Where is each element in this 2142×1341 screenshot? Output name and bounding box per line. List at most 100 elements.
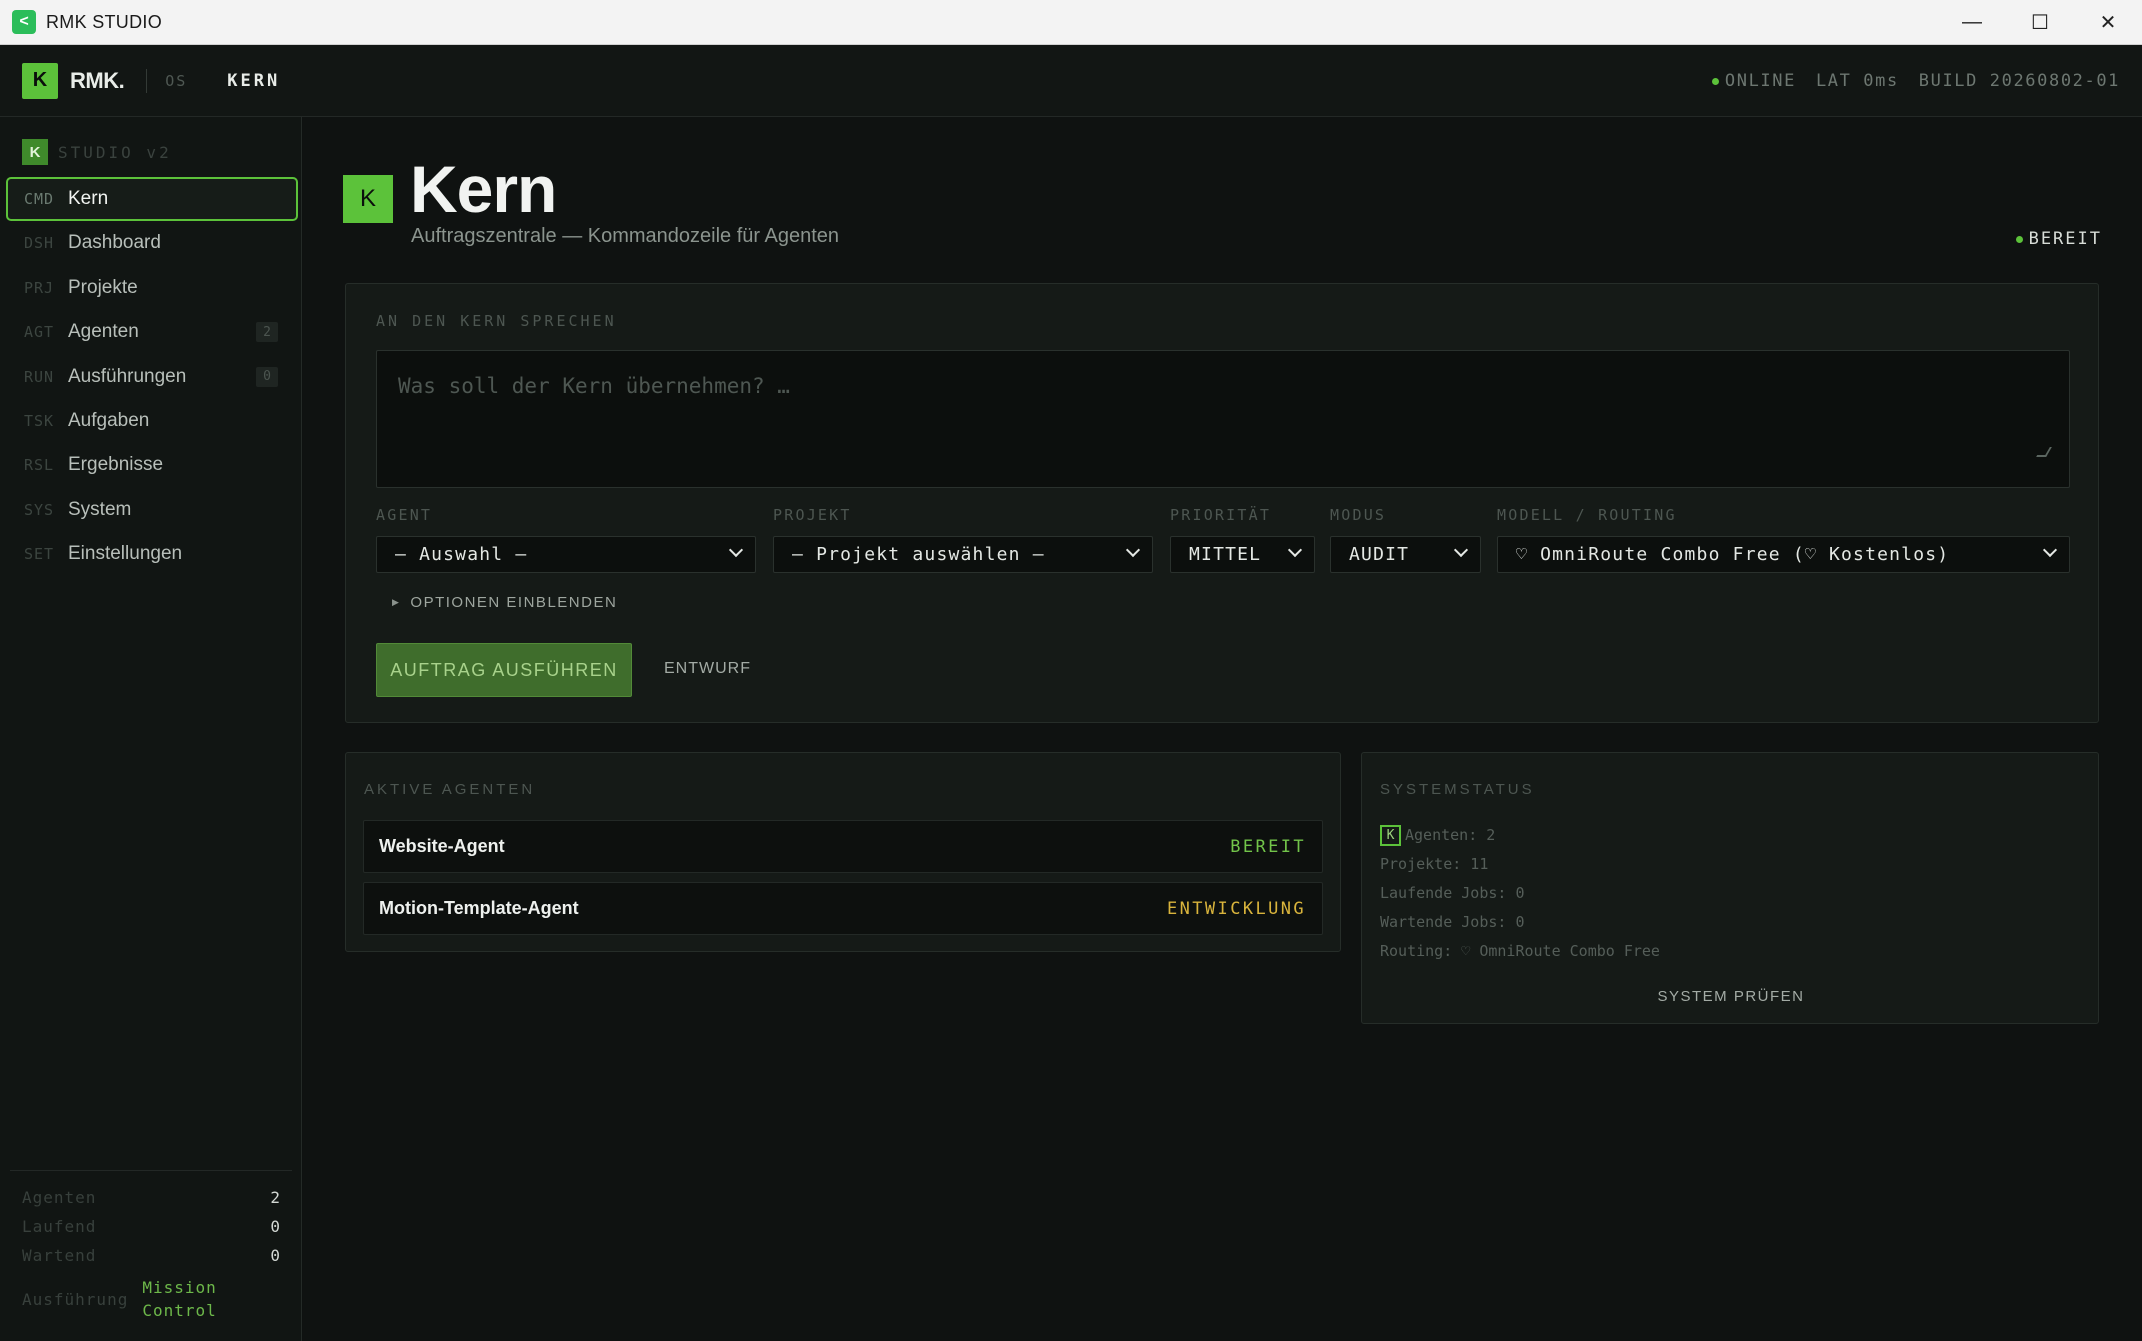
- nav-label: Ergebnisse: [68, 454, 164, 476]
- exec-value-line-2: Control: [142, 1301, 217, 1320]
- nav-code: RSL: [24, 456, 55, 475]
- nav-code: SET: [24, 545, 55, 564]
- mode-select[interactable]: AUDIT: [1330, 536, 1481, 573]
- status-running: Laufende Jobs: 0: [1380, 884, 1525, 902]
- sidebar-item-ergebnisse[interactable]: RSL Ergebnisse: [6, 443, 298, 487]
- kern-icon: K: [343, 175, 393, 223]
- brand-icon: K: [22, 139, 48, 165]
- options-toggle-label: OPTIONEN EINBLENDEN: [410, 594, 618, 611]
- system-status-panel: SYSTEMSTATUS K Agenten: 2 Projekte: 11 La…: [1361, 752, 2099, 1024]
- window-controls: — ☐ ✕: [1938, 0, 2142, 45]
- priority-select[interactable]: MITTEL: [1170, 536, 1315, 573]
- agent-select[interactable]: — Auswahl —: [376, 536, 756, 573]
- logo-text: RMK.: [70, 67, 125, 93]
- nav-code: DSH: [24, 234, 55, 253]
- agent-status: BEREIT: [1230, 836, 1306, 857]
- sidebar-item-agenten[interactable]: AGT Agenten 2: [6, 310, 298, 354]
- status-bar: ONLINE LAT 0ms BUILD 20260802-01: [1711, 45, 2120, 117]
- latency-label: LAT 0ms: [1815, 71, 1899, 91]
- header-divider: [146, 68, 148, 93]
- project-label: PROJEKT: [773, 506, 852, 524]
- maximize-button[interactable]: ☐: [2006, 0, 2074, 45]
- options-toggle[interactable]: ▶ OPTIONEN EINBLENDEN: [392, 594, 617, 611]
- stat-label: Agenten: [22, 1188, 97, 1207]
- agent-name: Motion-Template-Agent: [379, 898, 579, 918]
- sidebar-item-einstellungen[interactable]: SET Einstellungen: [6, 532, 298, 576]
- stat-value: 0: [270, 1217, 280, 1236]
- sidebar-item-system[interactable]: SYS System: [6, 488, 298, 532]
- nav-label: Kern: [68, 188, 109, 209]
- stat-label: Wartend: [22, 1246, 97, 1265]
- mode-select-value: AUDIT: [1349, 544, 1410, 565]
- build-label: BUILD 20260802-01: [1918, 71, 2120, 91]
- logo-icon[interactable]: K: [22, 62, 58, 99]
- resize-handle-icon[interactable]: [2036, 447, 2052, 457]
- agent-name: Website-Agent: [379, 836, 505, 856]
- priority-select-value: MITTEL: [1189, 544, 1262, 565]
- kern-small-icon: K: [1380, 825, 1401, 846]
- brand-label: STUDIO v2: [58, 142, 172, 162]
- status-label: BEREIT: [2028, 229, 2102, 249]
- main-content: K Kern Auftragszentrale — Kommandozeile …: [303, 117, 2142, 1341]
- chevron-down-icon: [728, 542, 744, 558]
- system-status-label: SYSTEMSTATUS: [1380, 781, 1535, 798]
- status-projects: Projekte: 11: [1380, 855, 1489, 873]
- draft-button[interactable]: ENTWURF: [664, 660, 751, 678]
- stat-label: Laufend: [22, 1217, 97, 1236]
- sidebar-item-projekte[interactable]: PRJ Projekte: [6, 266, 298, 310]
- caret-right-icon: ▶: [392, 597, 401, 607]
- count-badge: 0: [256, 366, 278, 387]
- window-titlebar: < RMK STUDIO — ☐ ✕: [0, 0, 2142, 45]
- page-subtitle: Auftragszentrale — Kommandozeile für Age…: [411, 225, 840, 247]
- page-title: Kern: [410, 152, 557, 226]
- minimize-button[interactable]: —: [1938, 0, 2006, 45]
- nav-label: Dashboard: [68, 232, 161, 254]
- online-dot-icon: [1711, 77, 1719, 85]
- command-input[interactable]: Was soll der Kern übernehmen? …: [376, 350, 2070, 488]
- online-indicator: ONLINE: [1711, 71, 1796, 91]
- sidebar-item-kern[interactable]: CMD Kern: [6, 177, 298, 221]
- status-agents: Agenten: 2: [1405, 826, 1496, 844]
- nav-code: SYS: [24, 500, 55, 519]
- model-label: MODELL / ROUTING: [1497, 506, 1677, 524]
- run-task-button[interactable]: AUFTRAG AUSFÜHREN: [376, 643, 632, 697]
- close-button[interactable]: ✕: [2074, 0, 2142, 45]
- model-select[interactable]: ♡ OmniRoute Combo Free (♡ Kostenlos): [1497, 536, 2070, 573]
- status-badge: BEREIT: [2015, 229, 2102, 249]
- nav-code: PRJ: [24, 278, 55, 297]
- mode-label: MODUS: [1330, 506, 1387, 524]
- nav-code: RUN: [24, 367, 55, 386]
- nav-label: Agenten: [68, 321, 139, 343]
- stat-agents: Agenten 2: [10, 1183, 292, 1212]
- sidebar-nav: CMD Kern DSH Dashboard PRJ Projekte AGT …: [6, 177, 298, 577]
- command-placeholder: Was soll der Kern übernehmen? …: [398, 374, 790, 398]
- command-label: AN DEN KERN SPRECHEN: [376, 312, 617, 330]
- sidebar-item-ausfuehrungen[interactable]: RUN Ausführungen 0: [6, 355, 298, 399]
- stat-value: 0: [270, 1246, 280, 1265]
- active-agents-panel: AKTIVE AGENTEN Website-Agent BEREIT Moti…: [345, 752, 1341, 952]
- sidebar-brand: K STUDIO v2: [22, 139, 172, 165]
- system-check-button[interactable]: SYSTEM PRÜFEN: [1362, 988, 2100, 1005]
- nav-code: AGT: [24, 323, 55, 342]
- stat-execution: Ausführung Mission Control: [10, 1276, 292, 1322]
- stat-waiting: Wartend 0: [10, 1241, 292, 1270]
- nav-label: Aufgaben: [68, 409, 150, 431]
- model-select-value: ♡ OmniRoute Combo Free (♡ Kostenlos): [1516, 544, 1950, 565]
- sidebar-item-dashboard[interactable]: DSH Dashboard: [6, 221, 298, 265]
- agent-row[interactable]: Motion-Template-Agent ENTWICKLUNG: [363, 882, 1323, 935]
- exec-value-line-1: Mission: [142, 1278, 217, 1297]
- agent-row[interactable]: Website-Agent BEREIT: [363, 820, 1323, 873]
- stat-value[interactable]: Mission Control: [142, 1276, 216, 1322]
- command-panel: AN DEN KERN SPRECHEN Was soll der Kern ü…: [345, 283, 2099, 723]
- priority-label: PRIORITÄT: [1170, 506, 1272, 524]
- nav-code: TSK: [24, 411, 55, 430]
- project-select[interactable]: — Projekt auswählen —: [773, 536, 1153, 573]
- agent-label: AGENT: [376, 506, 433, 524]
- stat-running: Laufend 0: [10, 1212, 292, 1241]
- sidebar-item-aufgaben[interactable]: TSK Aufgaben: [6, 399, 298, 443]
- nav-label: System: [68, 498, 132, 520]
- agent-status: ENTWICKLUNG: [1167, 898, 1306, 919]
- status-waiting: Wartende Jobs: 0: [1380, 913, 1525, 931]
- app-header: K RMK. OS KERN ONLINE LAT 0ms BUILD 2026…: [0, 45, 2142, 117]
- current-section: KERN: [227, 70, 281, 91]
